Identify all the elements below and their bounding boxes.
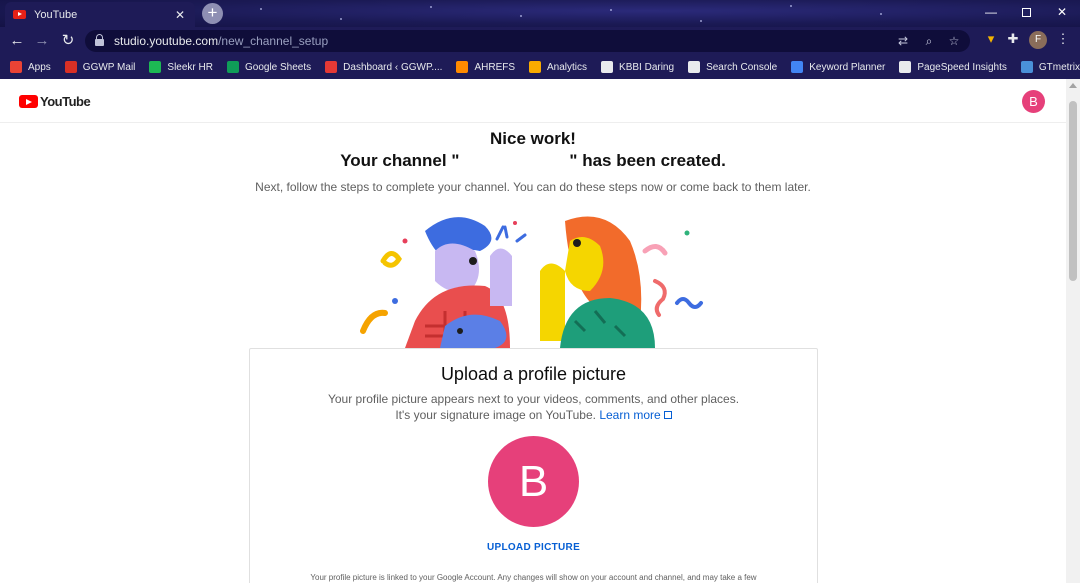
bookmark-item[interactable]: KBBI Daring — [601, 61, 674, 73]
bookmark-label: Analytics — [547, 61, 588, 73]
youtube-logo-icon — [19, 95, 38, 108]
url-host: studio.youtube.com — [114, 34, 219, 48]
profile-picture-preview: B — [488, 436, 579, 527]
scroll-thumb[interactable] — [1069, 101, 1077, 281]
bookmark-label: Sleekr HR — [167, 61, 213, 73]
restore-icon — [1021, 7, 1031, 17]
url-path: /new_channel_setup — [218, 34, 329, 48]
card-description: Your profile picture appears next to you… — [320, 391, 747, 423]
close-tab-icon[interactable]: ✕ — [173, 8, 187, 22]
youtube-favicon-icon — [13, 10, 26, 19]
card-title: Upload a profile picture — [440, 364, 627, 384]
bookmark-label: KBBI Daring — [619, 61, 675, 73]
tab-title: YouTube — [34, 8, 78, 21]
bookmark-label: GGWP Mail — [82, 61, 136, 73]
extension-badge-icon[interactable]: ▾ — [983, 31, 999, 47]
tab-youtube[interactable]: YouTube ✕ — [5, 2, 195, 27]
translate-icon[interactable]: ⇄ — [895, 33, 911, 49]
bookmark-label: Google Sheets — [244, 61, 312, 73]
minimize-window-button[interactable]: — — [973, 0, 1009, 24]
page-headline: Nice work! — [490, 129, 576, 148]
bookmark-item[interactable]: Google Sheets — [226, 61, 312, 73]
gtmetrix-icon — [1020, 61, 1033, 73]
browser-toolbar: ← → ↻ studio.youtube.com /new_channel_se… — [0, 27, 1080, 55]
bookmark-item[interactable]: PageSpeed Insights — [899, 61, 1007, 73]
bookmark-item[interactable]: Keyword Planner — [791, 61, 885, 73]
bookmark-item[interactable]: Dashboard ‹ GGWP.... — [325, 61, 442, 73]
page-scrollbar[interactable] — [1066, 79, 1080, 583]
restore-window-button[interactable] — [1008, 0, 1044, 24]
gmail-icon — [64, 61, 77, 73]
bookmark-item[interactable]: Sleekr HR — [149, 61, 213, 73]
analytics-icon — [529, 61, 542, 73]
youtube-studio-page: YouTube B Nice work! Your channel " " has… — [0, 79, 1080, 583]
channel-created-prefix: Your channel " — [340, 151, 460, 170]
new-tab-button[interactable]: + — [202, 3, 223, 24]
youtube-header: YouTube B — [0, 79, 1066, 123]
youtube-logo-text: YouTube — [40, 94, 91, 109]
upload-picture-button[interactable]: UPLOAD PICTURE — [250, 542, 817, 553]
dashboard-icon — [325, 61, 338, 73]
bookmark-label: Dashboard ‹ GGWP.... — [343, 61, 443, 73]
keyword-planner-icon — [791, 61, 804, 73]
lock-icon — [95, 34, 104, 46]
reload-icon[interactable]: ↻ — [59, 32, 77, 50]
channel-created-suffix: " has been created. — [569, 151, 726, 170]
card-footer-note: Your profile picture is linked to your G… — [310, 573, 757, 582]
external-link-icon[interactable] — [663, 411, 672, 419]
profile-picture-card: Upload a profile picture Your profile pi… — [249, 348, 818, 583]
bookmark-item[interactable]: Analytics — [529, 61, 587, 73]
profile-avatar[interactable]: F — [1029, 31, 1047, 49]
bookmark-label: GTmetrix — [1038, 61, 1080, 73]
bookmark-star-icon[interactable]: ☆ — [946, 33, 962, 49]
bookmark-item[interactable]: Apps — [10, 61, 51, 73]
tab-strip: YouTube ✕ + — ✕ — [0, 0, 1080, 27]
account-avatar[interactable]: B — [1022, 90, 1045, 113]
bookmark-item[interactable]: GTmetrix — [1020, 61, 1080, 73]
bookmark-label: Apps — [28, 61, 51, 73]
sheets-icon — [226, 61, 239, 73]
kbbi-icon — [601, 61, 614, 73]
youtube-logo[interactable]: YouTube — [19, 94, 91, 109]
learn-more-link[interactable]: Learn more — [599, 408, 660, 422]
extensions-puzzle-icon[interactable]: ✚ — [1005, 31, 1021, 47]
zoom-icon[interactable]: ⌕ — [921, 33, 937, 49]
sleekr-icon — [149, 61, 162, 73]
ahrefs-icon — [456, 61, 469, 73]
forward-arrow-icon[interactable]: → — [33, 32, 51, 50]
bookmarks-bar: Apps GGWP Mail Sleekr HR Google Sheets Dashb… — [0, 55, 1080, 79]
back-arrow-icon[interactable]: ← — [8, 32, 26, 50]
pagespeed-icon — [899, 61, 912, 73]
close-window-button[interactable]: ✕ — [1044, 0, 1080, 24]
bookmark-item[interactable]: AHREFS — [456, 61, 515, 73]
celebration-illustration — [360, 216, 703, 348]
bookmark-label: AHREFS — [474, 61, 516, 73]
bookmark-label: PageSpeed Insights — [917, 61, 1007, 73]
page-subtitle: Next, follow the steps to complete your … — [255, 180, 811, 194]
bookmark-item[interactable]: Search Console — [688, 61, 777, 73]
search-console-icon — [688, 61, 701, 73]
bookmark-label: Search Console — [706, 61, 778, 73]
bookmark-item[interactable]: GGWP Mail — [64, 61, 136, 73]
address-bar[interactable]: studio.youtube.com /new_channel_setup ⇄ … — [85, 30, 970, 52]
apps-grid-icon — [10, 61, 22, 73]
bookmark-label: Keyword Planner — [809, 61, 886, 73]
card-description-text: Your profile picture appears next to you… — [327, 392, 740, 422]
channel-created-message: Your channel " " has been created. — [0, 151, 1066, 171]
browser-menu-icon[interactable]: ⋮ — [1055, 31, 1071, 47]
scroll-up-icon[interactable] — [1069, 83, 1077, 88]
